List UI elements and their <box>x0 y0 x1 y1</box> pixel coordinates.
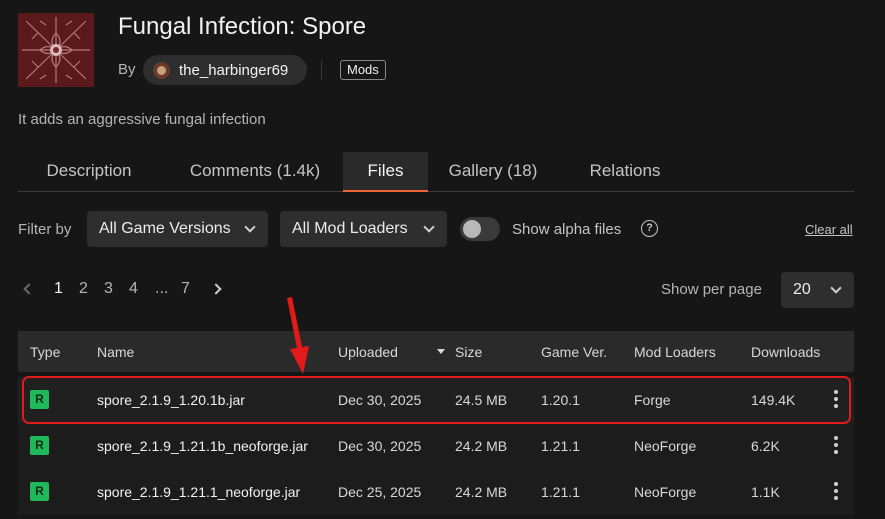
project-title: Fungal Infection: Spore <box>118 13 367 40</box>
project-thumbnail <box>18 13 94 87</box>
project-tabs: Description Comments (1.4k) Files Galler… <box>18 152 854 192</box>
mod-loader: NeoForge <box>634 484 697 500</box>
game-version: 1.21.1 <box>541 484 580 500</box>
project-logo-image <box>18 13 94 87</box>
download-count: 6.2K <box>751 438 780 454</box>
chevron-right-icon[interactable] <box>210 283 222 295</box>
author-name: the_harbinger69 <box>179 61 289 79</box>
col-uploaded[interactable]: Uploaded <box>338 344 398 360</box>
more-options-icon[interactable] <box>833 482 839 502</box>
file-size: 24.2 MB <box>455 484 508 500</box>
chevron-down-icon <box>423 221 435 233</box>
per-page-value: 20 <box>793 281 811 298</box>
tab-description[interactable]: Description <box>18 152 160 191</box>
category-tag[interactable]: Mods <box>340 60 386 80</box>
file-name[interactable]: spore_2.1.9_1.21.1_neoforge.jar <box>97 484 300 500</box>
chevron-down-icon <box>244 221 256 233</box>
red-arrow-annotation <box>287 297 309 374</box>
per-page-select[interactable]: 20 <box>781 272 854 308</box>
col-downloads[interactable]: Downloads <box>751 344 820 360</box>
col-name[interactable]: Name <box>97 344 134 360</box>
project-summary: It adds an aggressive fungal infection <box>18 111 266 128</box>
page-4[interactable]: 4 <box>129 280 138 298</box>
file-size: 24.2 MB <box>455 438 508 454</box>
help-icon[interactable]: ? <box>641 220 658 237</box>
chevron-left-icon[interactable] <box>23 283 35 295</box>
game-version: 1.21.1 <box>541 438 580 454</box>
sort-desc-icon <box>437 349 445 354</box>
by-label: By <box>118 61 136 78</box>
mod-loaders-value: All Mod Loaders <box>292 220 408 237</box>
author-link[interactable]: the_harbinger69 <box>143 55 307 85</box>
game-versions-value: All Game Versions <box>99 220 231 237</box>
page-2[interactable]: 2 <box>79 280 88 298</box>
table-row[interactable]: R spore_2.1.9_1.21.1b_neoforge.jar Dec 3… <box>18 423 854 469</box>
page-1[interactable]: 1 <box>54 280 63 298</box>
col-mod-loaders[interactable]: Mod Loaders <box>634 344 716 360</box>
release-badge: R <box>30 482 49 501</box>
page-7[interactable]: 7 <box>181 280 190 298</box>
uploaded-date: Dec 30, 2025 <box>338 438 422 454</box>
release-badge: R <box>30 436 49 455</box>
show-per-page-label: Show per page <box>661 281 762 298</box>
col-type[interactable]: Type <box>30 344 60 360</box>
tab-gallery[interactable]: Gallery (18) <box>438 152 548 191</box>
more-options-icon[interactable] <box>833 436 839 456</box>
clear-all-link[interactable]: Clear all <box>805 222 853 237</box>
tab-files[interactable]: Files <box>343 152 428 192</box>
files-table-header: Type Name Uploaded Size Game Ver. Mod Lo… <box>18 331 854 372</box>
avatar <box>153 61 170 79</box>
table-row[interactable]: R spore_2.1.9_1.21.1_neoforge.jar Dec 25… <box>18 469 854 515</box>
download-count: 1.1K <box>751 484 780 500</box>
file-name[interactable]: spore_2.1.9_1.21.1b_neoforge.jar <box>97 438 308 454</box>
header-divider <box>321 60 322 80</box>
filter-by-label: Filter by <box>18 221 72 238</box>
col-size[interactable]: Size <box>455 344 482 360</box>
toggle-knob <box>463 220 481 238</box>
game-versions-select[interactable]: All Game Versions <box>87 211 268 247</box>
tab-comments[interactable]: Comments (1.4k) <box>170 152 340 191</box>
page-3[interactable]: 3 <box>104 280 113 298</box>
mod-loaders-select[interactable]: All Mod Loaders <box>280 211 447 247</box>
page-ellipsis: ... <box>155 280 169 297</box>
show-alpha-toggle[interactable] <box>460 217 500 241</box>
highlight-box <box>22 376 851 424</box>
tab-relations[interactable]: Relations <box>570 152 680 191</box>
mod-loader: NeoForge <box>634 438 697 454</box>
uploaded-date: Dec 25, 2025 <box>338 484 422 500</box>
chevron-down-icon <box>830 282 842 294</box>
show-alpha-label: Show alpha files <box>512 221 622 238</box>
col-game-ver[interactable]: Game Ver. <box>541 344 607 360</box>
